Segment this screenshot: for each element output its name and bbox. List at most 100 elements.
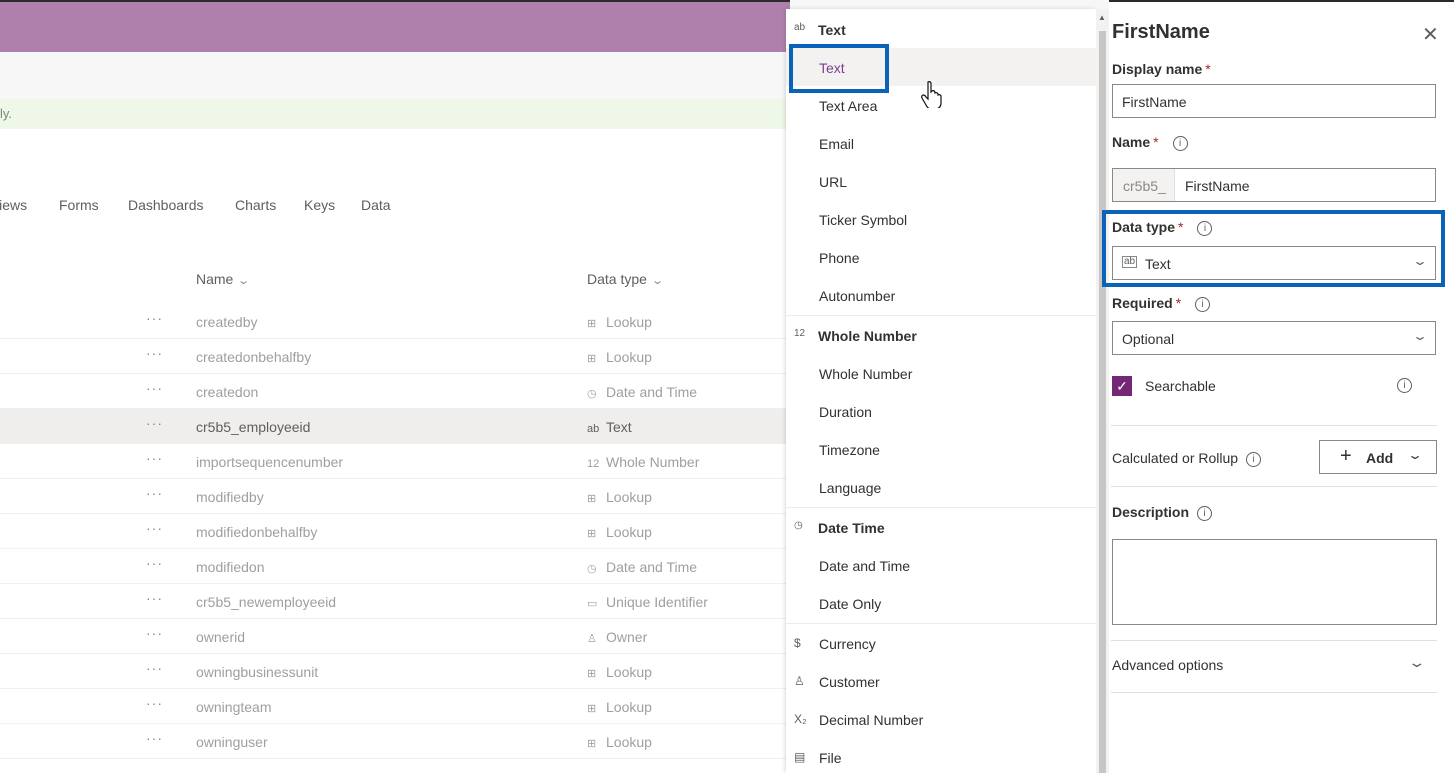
more-options-icon[interactable]: ··· <box>146 380 163 396</box>
lookup-icon: ⊞ <box>587 528 597 540</box>
more-options-icon[interactable]: ··· <box>146 695 163 711</box>
chevron-down-icon: ⌄ <box>1411 329 1429 343</box>
column-name: modifiedby <box>196 489 264 505</box>
dropdown-option[interactable]: Timezone <box>786 430 1096 468</box>
app-header-bar <box>0 0 790 52</box>
info-icon[interactable]: i <box>1195 296 1211 312</box>
dropdown-option[interactable]: ▤ File <box>786 738 1096 773</box>
info-icon[interactable]: i <box>1197 505 1213 521</box>
column-data-type: ⊞ Lookup <box>587 699 652 715</box>
close-icon[interactable]: ✕ <box>1422 22 1439 47</box>
dropdown-option[interactable]: Email <box>786 124 1096 162</box>
info-icon[interactable]: i <box>1246 451 1262 467</box>
table-row[interactable]: ··· ownerid ♙ Owner <box>0 619 790 654</box>
tab-dashboards[interactable]: Dashboards <box>128 197 204 213</box>
searchable-checkbox[interactable]: ✓ <box>1112 376 1132 396</box>
table-row[interactable]: ··· owningteam ⊞ Lookup <box>0 689 790 724</box>
info-icon[interactable]: i <box>1397 378 1412 393</box>
more-options-icon[interactable]: ··· <box>146 485 163 501</box>
more-options-icon[interactable]: ··· <box>146 660 163 676</box>
table-row[interactable]: ··· modifiedby ⊞ Lookup <box>0 479 790 514</box>
tab-views[interactable]: Views <box>0 197 27 213</box>
lookup-icon: ⊞ <box>587 668 597 680</box>
lookup-icon: ⊞ <box>587 738 597 750</box>
table-row[interactable]: ··· cr5b5_newemployeeid ▭ Unique Identifier <box>0 584 790 619</box>
display-name-label: Display name * <box>1112 61 1211 77</box>
more-options-icon[interactable]: ··· <box>146 730 163 746</box>
column-name: owninguser <box>196 734 268 750</box>
dropdown-group-header: ◷ Date Time <box>794 520 885 536</box>
dropdown-option[interactable]: Date and Time <box>786 546 1096 584</box>
chevron-down-icon[interactable]: ⌄ <box>1407 654 1426 671</box>
dropdown-option[interactable]: Ticker Symbol <box>786 200 1096 238</box>
advanced-options-label[interactable]: Advanced options <box>1112 657 1223 673</box>
column-data-type: ⊞ Lookup <box>587 524 652 540</box>
scrollbar-thumb[interactable] <box>1099 31 1106 773</box>
tab-forms[interactable]: Forms <box>59 197 99 213</box>
required-marker: * <box>1205 61 1211 77</box>
dropdown-option[interactable]: Duration <box>786 392 1096 430</box>
dropdown-option[interactable]: X₂ Decimal Number <box>786 700 1096 738</box>
table-row[interactable]: ··· modifiedon ◷ Date and Time <box>0 549 790 584</box>
table-row[interactable]: ··· createdonbehalfby ⊞ Lookup <box>0 339 790 374</box>
table-row[interactable]: ··· modifiedonbehalfby ⊞ Lookup <box>0 514 790 549</box>
display-name-field[interactable]: FirstName <box>1112 84 1436 118</box>
dropdown-option[interactable]: Date Only <box>786 584 1096 622</box>
more-options-icon[interactable]: ··· <box>146 345 163 361</box>
table-row[interactable]: ··· createdon ◷ Date and Time <box>0 374 790 409</box>
table-row[interactable]: ··· owninguser ⊞ Lookup <box>0 724 790 759</box>
column-name: createdon <box>196 384 259 400</box>
dropdown-option[interactable]: ♙ Customer <box>786 662 1096 700</box>
command-bar <box>0 52 790 99</box>
divider <box>1111 486 1437 487</box>
text-icon: ab <box>794 22 806 33</box>
tab-charts[interactable]: Charts <box>235 197 276 213</box>
dropdown-option[interactable]: Language <box>786 468 1096 506</box>
data-type-dropdown-list[interactable]: ab Text Text Text Area Email URL Ticker Symbol… <box>786 9 1096 773</box>
more-options-icon[interactable]: ··· <box>146 520 163 536</box>
column-name: modifiedonbehalfby <box>196 524 318 540</box>
column-name: ownerid <box>196 629 246 645</box>
more-options-icon[interactable]: ··· <box>146 555 163 571</box>
dropdown-scrollbar[interactable]: ▲ <box>1096 9 1109 773</box>
more-options-icon[interactable]: ··· <box>146 415 163 431</box>
column-data-type: ⊞ Lookup <box>587 734 652 750</box>
lookup-icon: ⊞ <box>587 493 597 505</box>
more-options-icon[interactable]: ··· <box>146 625 163 641</box>
table-row[interactable]: ··· createdby ⊞ Lookup <box>0 304 790 339</box>
divider <box>1111 425 1437 426</box>
table-row[interactable]: ··· cr5b5_employeeid ab Text <box>0 409 790 444</box>
uid-icon: ▭ <box>587 598 598 610</box>
add-button[interactable]: + Add ⌄ <box>1319 440 1437 474</box>
scroll-up-icon[interactable]: ▲ <box>1098 13 1106 22</box>
file-icon: ▤ <box>794 750 806 764</box>
more-options-icon[interactable]: ··· <box>146 450 163 466</box>
column-data-type: ◷ Date and Time <box>587 384 698 400</box>
column-header-data-type[interactable]: Data type ⌄ <box>587 271 664 287</box>
column-properties-panel: FirstName ✕ Display name * FirstName Name… <box>1109 0 1454 773</box>
info-icon[interactable]: i <box>1172 135 1188 151</box>
plus-icon: + <box>1340 445 1352 467</box>
dropdown-option[interactable]: URL <box>786 162 1096 200</box>
tab-keys[interactable]: Keys <box>304 197 335 213</box>
column-data-type: ⊞ Lookup <box>587 314 652 330</box>
dropdown-option[interactable]: $ Currency <box>786 624 1096 662</box>
column-header-name[interactable]: Name ⌄ <box>196 271 250 287</box>
name-field[interactable]: cr5b5_ FirstName <box>1112 168 1436 202</box>
dropdown-option[interactable]: Whole Number <box>786 354 1096 392</box>
table-row[interactable]: ··· owningbusinessunit ⊞ Lookup <box>0 654 790 689</box>
highlight-annotation-box <box>789 44 889 93</box>
column-name: importsequencenumber <box>196 454 344 470</box>
description-textarea[interactable] <box>1112 539 1437 625</box>
required-select[interactable]: Optional ⌄ <box>1112 321 1436 355</box>
dropdown-option[interactable]: Phone <box>786 238 1096 276</box>
calculated-rollup-label: Calculated or Rollup i <box>1112 450 1262 467</box>
column-name: cr5b5_employeeid <box>196 419 311 435</box>
table-row[interactable]: ··· importsequencenumber 12 Whole Number <box>0 444 790 479</box>
name-prefix: cr5b5_ <box>1123 178 1166 194</box>
dropdown-option[interactable]: Autonumber <box>786 276 1096 314</box>
more-options-icon[interactable]: ··· <box>146 310 163 326</box>
highlight-annotation-box <box>1102 210 1445 287</box>
more-options-icon[interactable]: ··· <box>146 590 163 606</box>
tab-data[interactable]: Data <box>361 197 391 213</box>
